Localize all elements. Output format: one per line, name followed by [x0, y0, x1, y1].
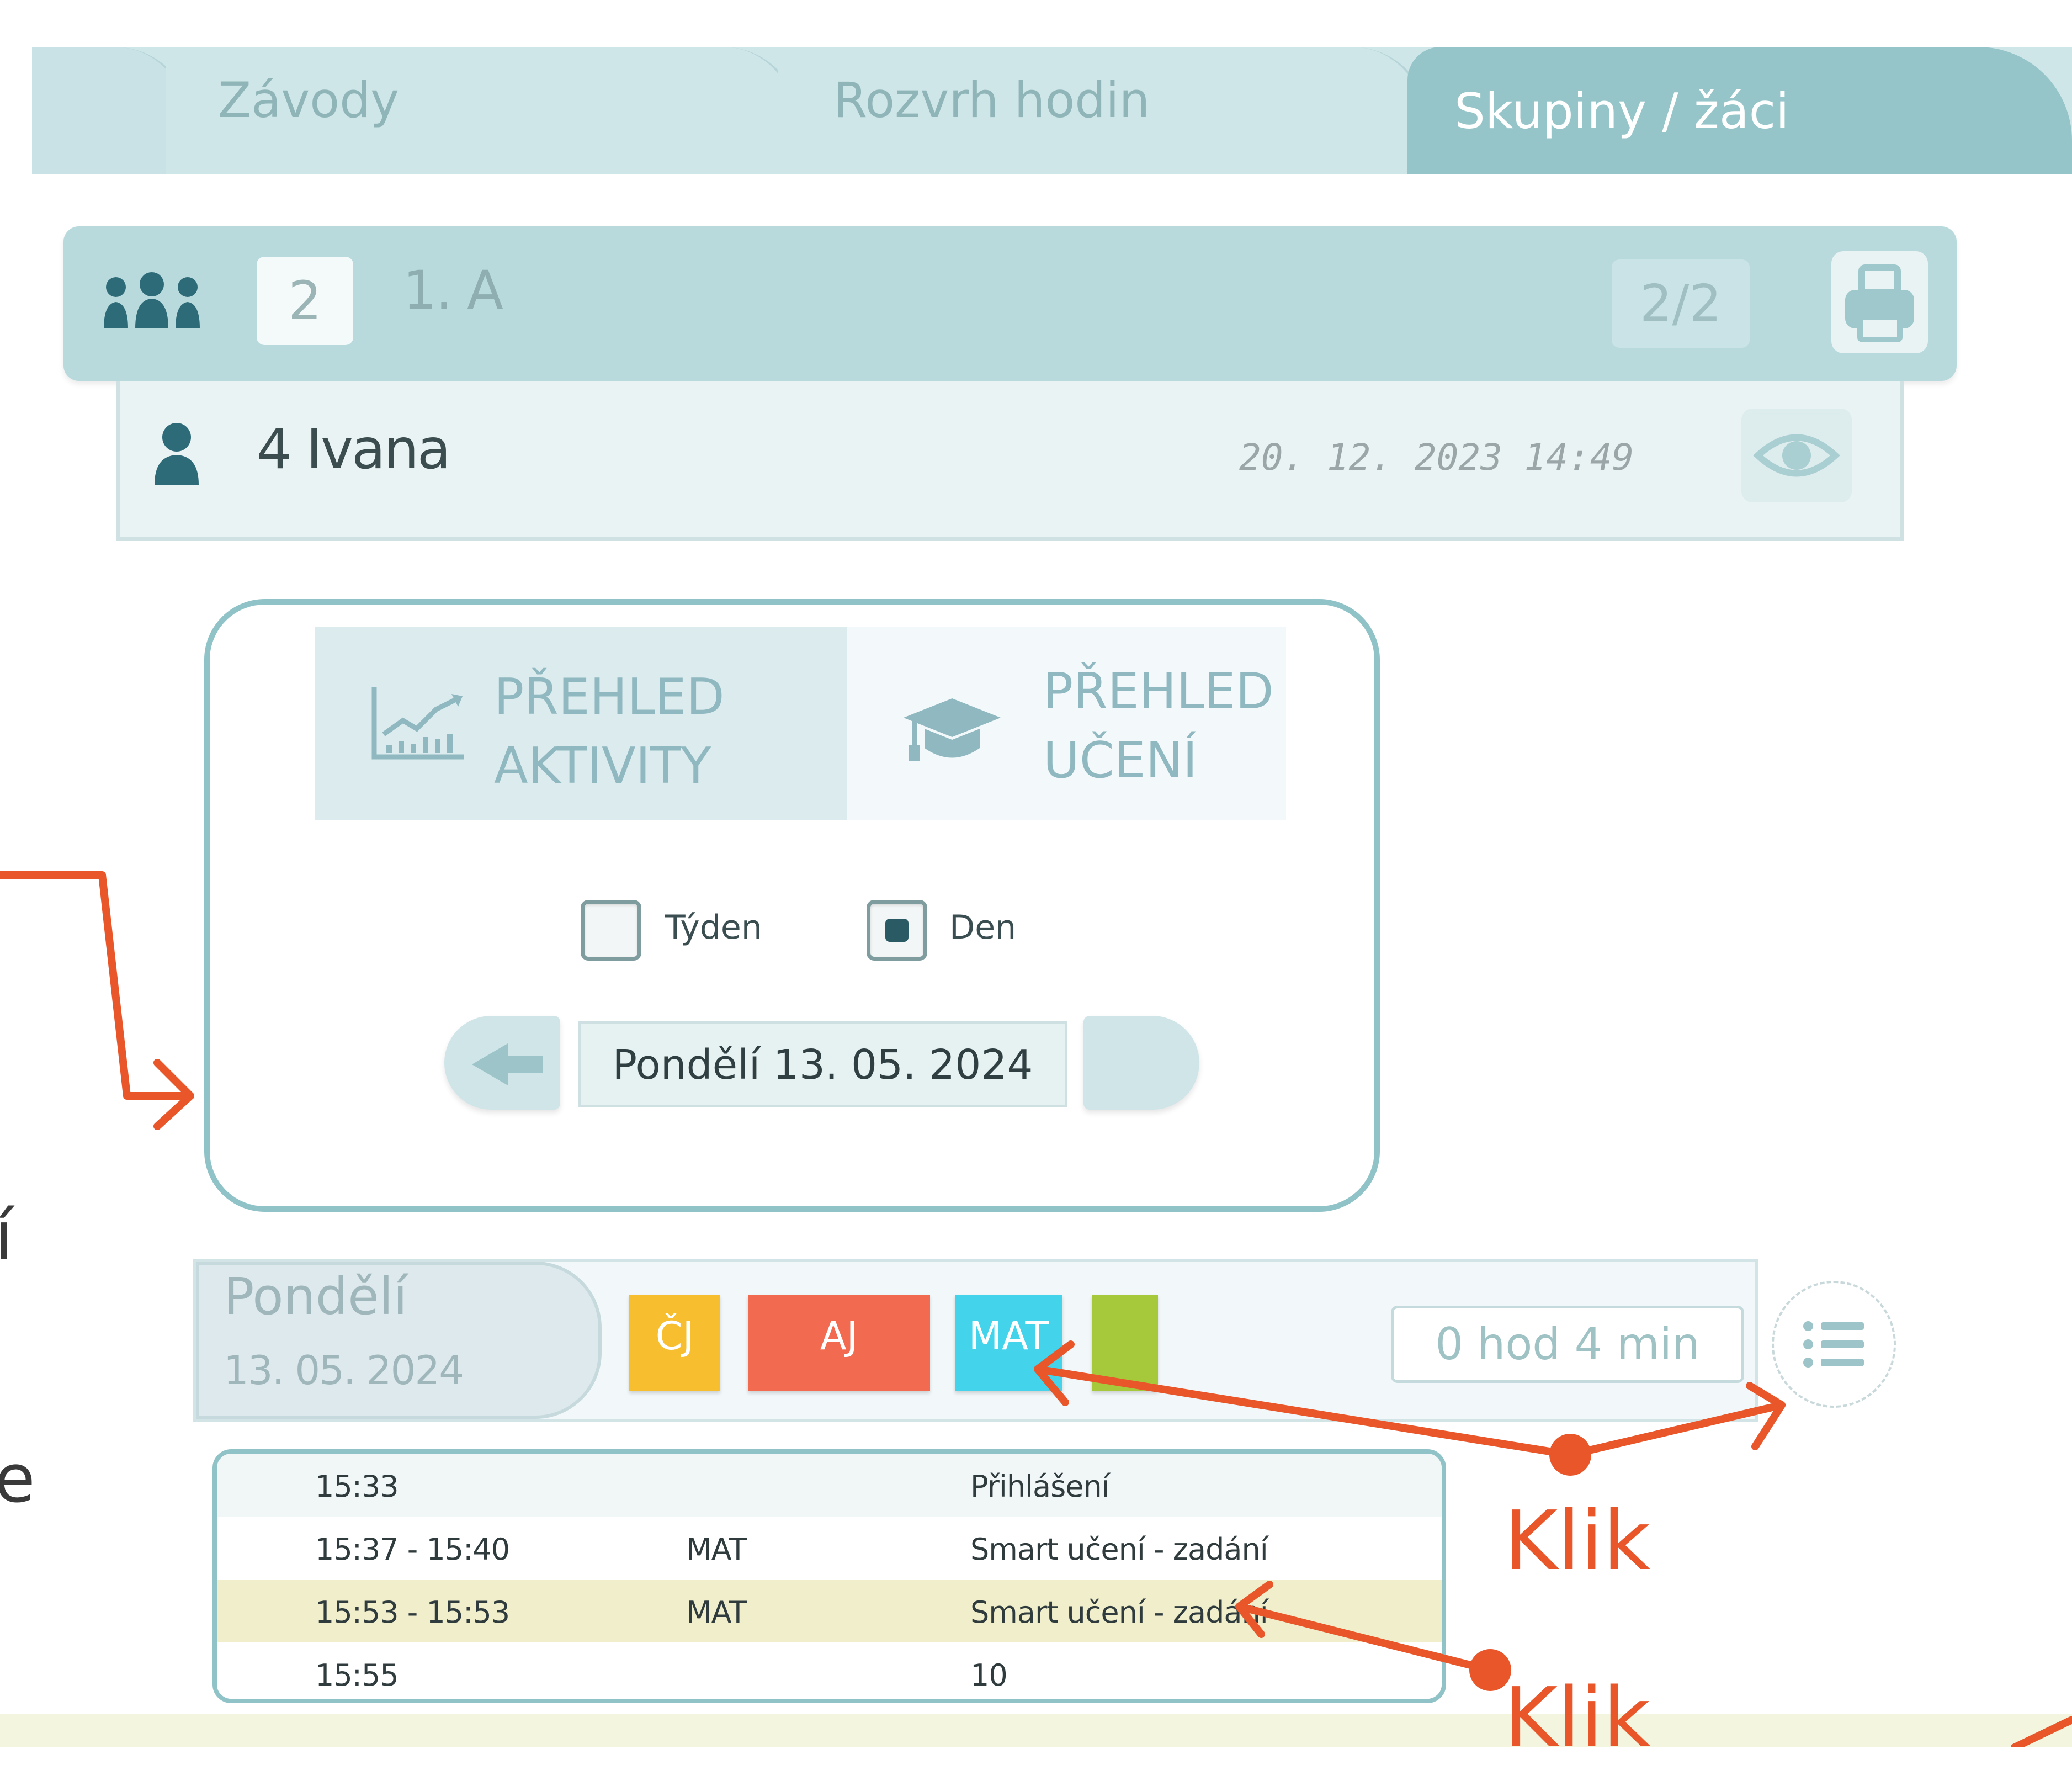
arrow-to-list-head: [1746, 1382, 1786, 1450]
arrow-to-row: [1235, 1603, 1494, 1674]
cropped-text-1: í: [0, 1198, 13, 1275]
klik-dot-1: [1549, 1434, 1591, 1476]
cropped-text-2: e: [0, 1441, 35, 1518]
arrow-to-corner: [2011, 1716, 2072, 1747]
klik-label-1: Klik: [1504, 1493, 1650, 1588]
arrow-to-mat: [1034, 1365, 1574, 1459]
arrow-to-list: [1566, 1401, 1786, 1459]
klik-label-2: Klik: [1504, 1670, 1650, 1765]
annotation-arrows: [0, 871, 2072, 1747]
